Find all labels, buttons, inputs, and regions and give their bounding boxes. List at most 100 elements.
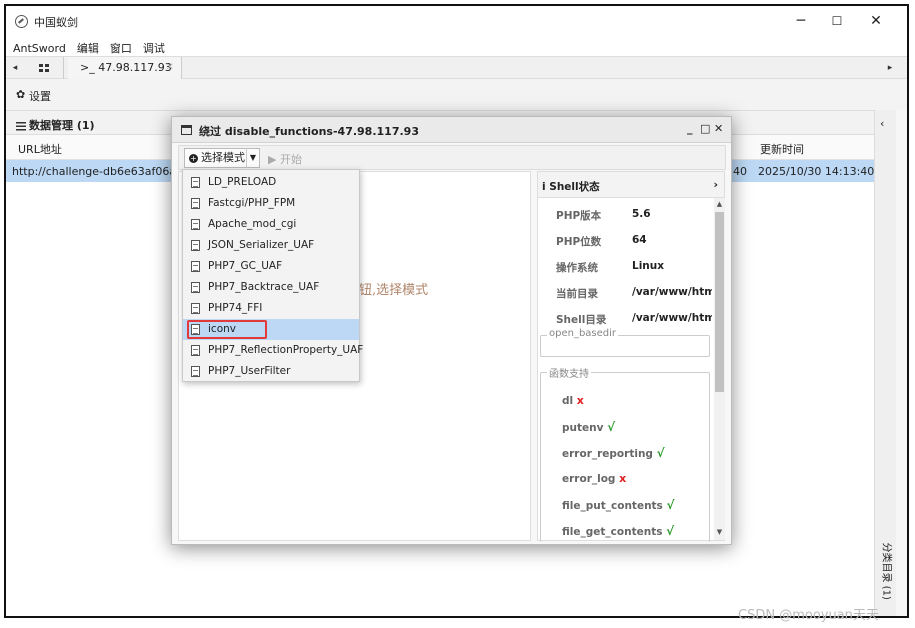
- dialog-close-button[interactable]: ✕: [714, 122, 723, 135]
- tab-shell-label: >_ 47.98.117.93: [80, 61, 172, 74]
- file-icon: [191, 219, 200, 230]
- mode-label: Apache_mod_cgi: [208, 218, 297, 230]
- category-label[interactable]: 分类目录 (1): [881, 543, 896, 613]
- info-value: /var/www/html: [632, 286, 712, 298]
- function-item: putenv √: [562, 420, 615, 434]
- close-button[interactable]: ✕: [858, 10, 894, 32]
- scroll-down-icon[interactable]: ▼: [715, 528, 724, 536]
- dialog-maximize-button[interactable]: □: [700, 122, 710, 135]
- file-icon: [191, 366, 200, 377]
- select-mode-button[interactable]: + 选择模式 ▼: [184, 148, 260, 168]
- panel-title: 数据管理 (1): [16, 117, 95, 133]
- mode-label: PHP7_ReflectionProperty_UAF: [208, 344, 364, 356]
- info-value: /var/www/html: [632, 312, 712, 324]
- tabs-bar: ◂ >_ 47.98.117.93 ✕ ▸: [6, 56, 907, 79]
- check-icon: √: [656, 446, 665, 460]
- shell-status-panel: i Shell状态 › PHP版本 5.6 PHP位数 64 操作系统 Linux 当…: [537, 171, 725, 542]
- right-scrollbar[interactable]: [896, 110, 907, 616]
- file-icon: [191, 303, 200, 314]
- column-updated[interactable]: 更新时间: [760, 141, 804, 157]
- gear-icon: ✿: [16, 88, 26, 101]
- file-icon: [191, 198, 200, 209]
- column-url[interactable]: URL地址: [18, 141, 62, 157]
- function-name: error_reporting: [562, 448, 653, 460]
- info-key: PHP位数: [556, 236, 602, 248]
- function-name: file_get_contents: [562, 526, 663, 538]
- menu-edit[interactable]: 编辑: [70, 36, 103, 56]
- start-button[interactable]: ▶ 开始: [268, 151, 302, 167]
- mode-label: PHP7_Backtrace_UAF: [208, 281, 320, 293]
- shell-status-title: i Shell状态: [542, 181, 600, 193]
- row-tail: 40: [733, 165, 747, 178]
- maximize-button[interactable]: ☐: [819, 10, 855, 32]
- mode-option[interactable]: PHP74_FFI: [183, 298, 359, 319]
- function-name: error_log: [562, 473, 616, 485]
- function-item: error_log x: [562, 472, 626, 485]
- title-bar: 中国蚁剑 ─ ☐ ✕: [6, 6, 907, 36]
- scrollbar-thumb[interactable]: [715, 212, 724, 392]
- mode-option[interactable]: PHP7_UserFilter: [183, 361, 359, 382]
- check-icon: √: [607, 420, 616, 434]
- mode-label: PHP7_GC_UAF: [208, 260, 283, 272]
- info-value: Linux: [632, 260, 665, 272]
- menu-debug[interactable]: 调试: [136, 36, 169, 56]
- mode-option[interactable]: Apache_mod_cgi: [183, 214, 359, 235]
- mode-option[interactable]: PHP7_ReflectionProperty_UAF: [183, 340, 363, 361]
- dialog-minimize-button[interactable]: _: [687, 122, 693, 135]
- chevron-left-icon[interactable]: ‹: [880, 117, 884, 130]
- minimize-button[interactable]: ─: [783, 10, 819, 32]
- function-name: dl: [562, 395, 574, 407]
- tab-scroll-left-icon[interactable]: ◂: [8, 57, 22, 79]
- settings-button[interactable]: 设置: [29, 88, 51, 104]
- info-value: 64: [632, 234, 647, 246]
- mode-dropdown: LD_PRELOAD Fastcgi/PHP_FPM Apache_mod_cg…: [182, 169, 363, 382]
- panel-title-text: 数据管理 (1): [29, 119, 95, 132]
- row-url: http://challenge-db6e63af06a8: [12, 165, 184, 178]
- scroll-up-icon[interactable]: ▲: [715, 200, 724, 208]
- dialog-title: 绕过 disable_functions-47.98.117.93: [199, 125, 419, 138]
- row-updated: 2025/10/30 14:13:40: [758, 165, 875, 178]
- x-icon: x: [576, 394, 584, 407]
- menu-window[interactable]: 窗口: [103, 36, 136, 56]
- mode-option[interactable]: PHP7_GC_UAF: [183, 256, 359, 277]
- file-icon: [191, 282, 200, 293]
- mode-option[interactable]: Fastcgi/PHP_FPM: [183, 193, 359, 214]
- function-item: dl x: [562, 394, 584, 407]
- category-panel: ‹ 分类目录 (1): [874, 110, 896, 616]
- status-scrollbar[interactable]: ▲ ▼: [714, 198, 725, 540]
- tab-shell[interactable]: >_ 47.98.117.93 ✕: [68, 57, 182, 79]
- mode-label: PHP7_UserFilter: [208, 365, 291, 377]
- chevron-right-icon[interactable]: ›: [713, 178, 718, 191]
- function-name: putenv: [562, 422, 604, 434]
- file-icon: [191, 345, 200, 356]
- open-basedir-legend: open_basedir: [547, 328, 619, 339]
- check-icon: √: [666, 524, 675, 538]
- mode-label: Fastcgi/PHP_FPM: [208, 197, 296, 209]
- open-basedir-group: open_basedir: [540, 328, 710, 357]
- info-value: 5.6: [632, 208, 651, 220]
- file-icon: [191, 261, 200, 272]
- tab-scroll-right-icon[interactable]: ▸: [883, 57, 897, 79]
- mode-option-selected[interactable]: iconv: [183, 319, 359, 340]
- x-icon: x: [619, 472, 627, 485]
- mode-option[interactable]: LD_PRELOAD: [183, 172, 359, 193]
- info-key: Shell目录: [556, 314, 607, 326]
- select-mode-label: 选择模式: [201, 151, 245, 164]
- function-item: error_reporting √: [562, 446, 665, 460]
- menu-antsword[interactable]: AntSword: [6, 38, 70, 55]
- dialog-toolbar: + 选择模式 ▼ ▶ 开始: [178, 145, 726, 170]
- list-icon: [16, 121, 26, 131]
- hint-text: 钮,选择模式: [359, 283, 429, 298]
- shell-status-header: i Shell状态 ›: [538, 172, 724, 198]
- window-title: 中国蚁剑: [34, 16, 78, 29]
- settings-toolbar: ✿ 设置: [6, 79, 907, 109]
- info-key: 当前目录: [556, 288, 598, 300]
- mode-option[interactable]: PHP7_Backtrace_UAF: [183, 277, 359, 298]
- tab-close-icon[interactable]: ✕: [166, 57, 174, 78]
- mode-option[interactable]: JSON_Serializer_UAF: [183, 235, 359, 256]
- info-key: 操作系统: [556, 262, 598, 274]
- mode-label: JSON_Serializer_UAF: [208, 239, 315, 251]
- chevron-down-icon[interactable]: ▼: [246, 148, 259, 168]
- antsword-logo-icon: [15, 15, 28, 28]
- tab-home[interactable]: [24, 57, 64, 79]
